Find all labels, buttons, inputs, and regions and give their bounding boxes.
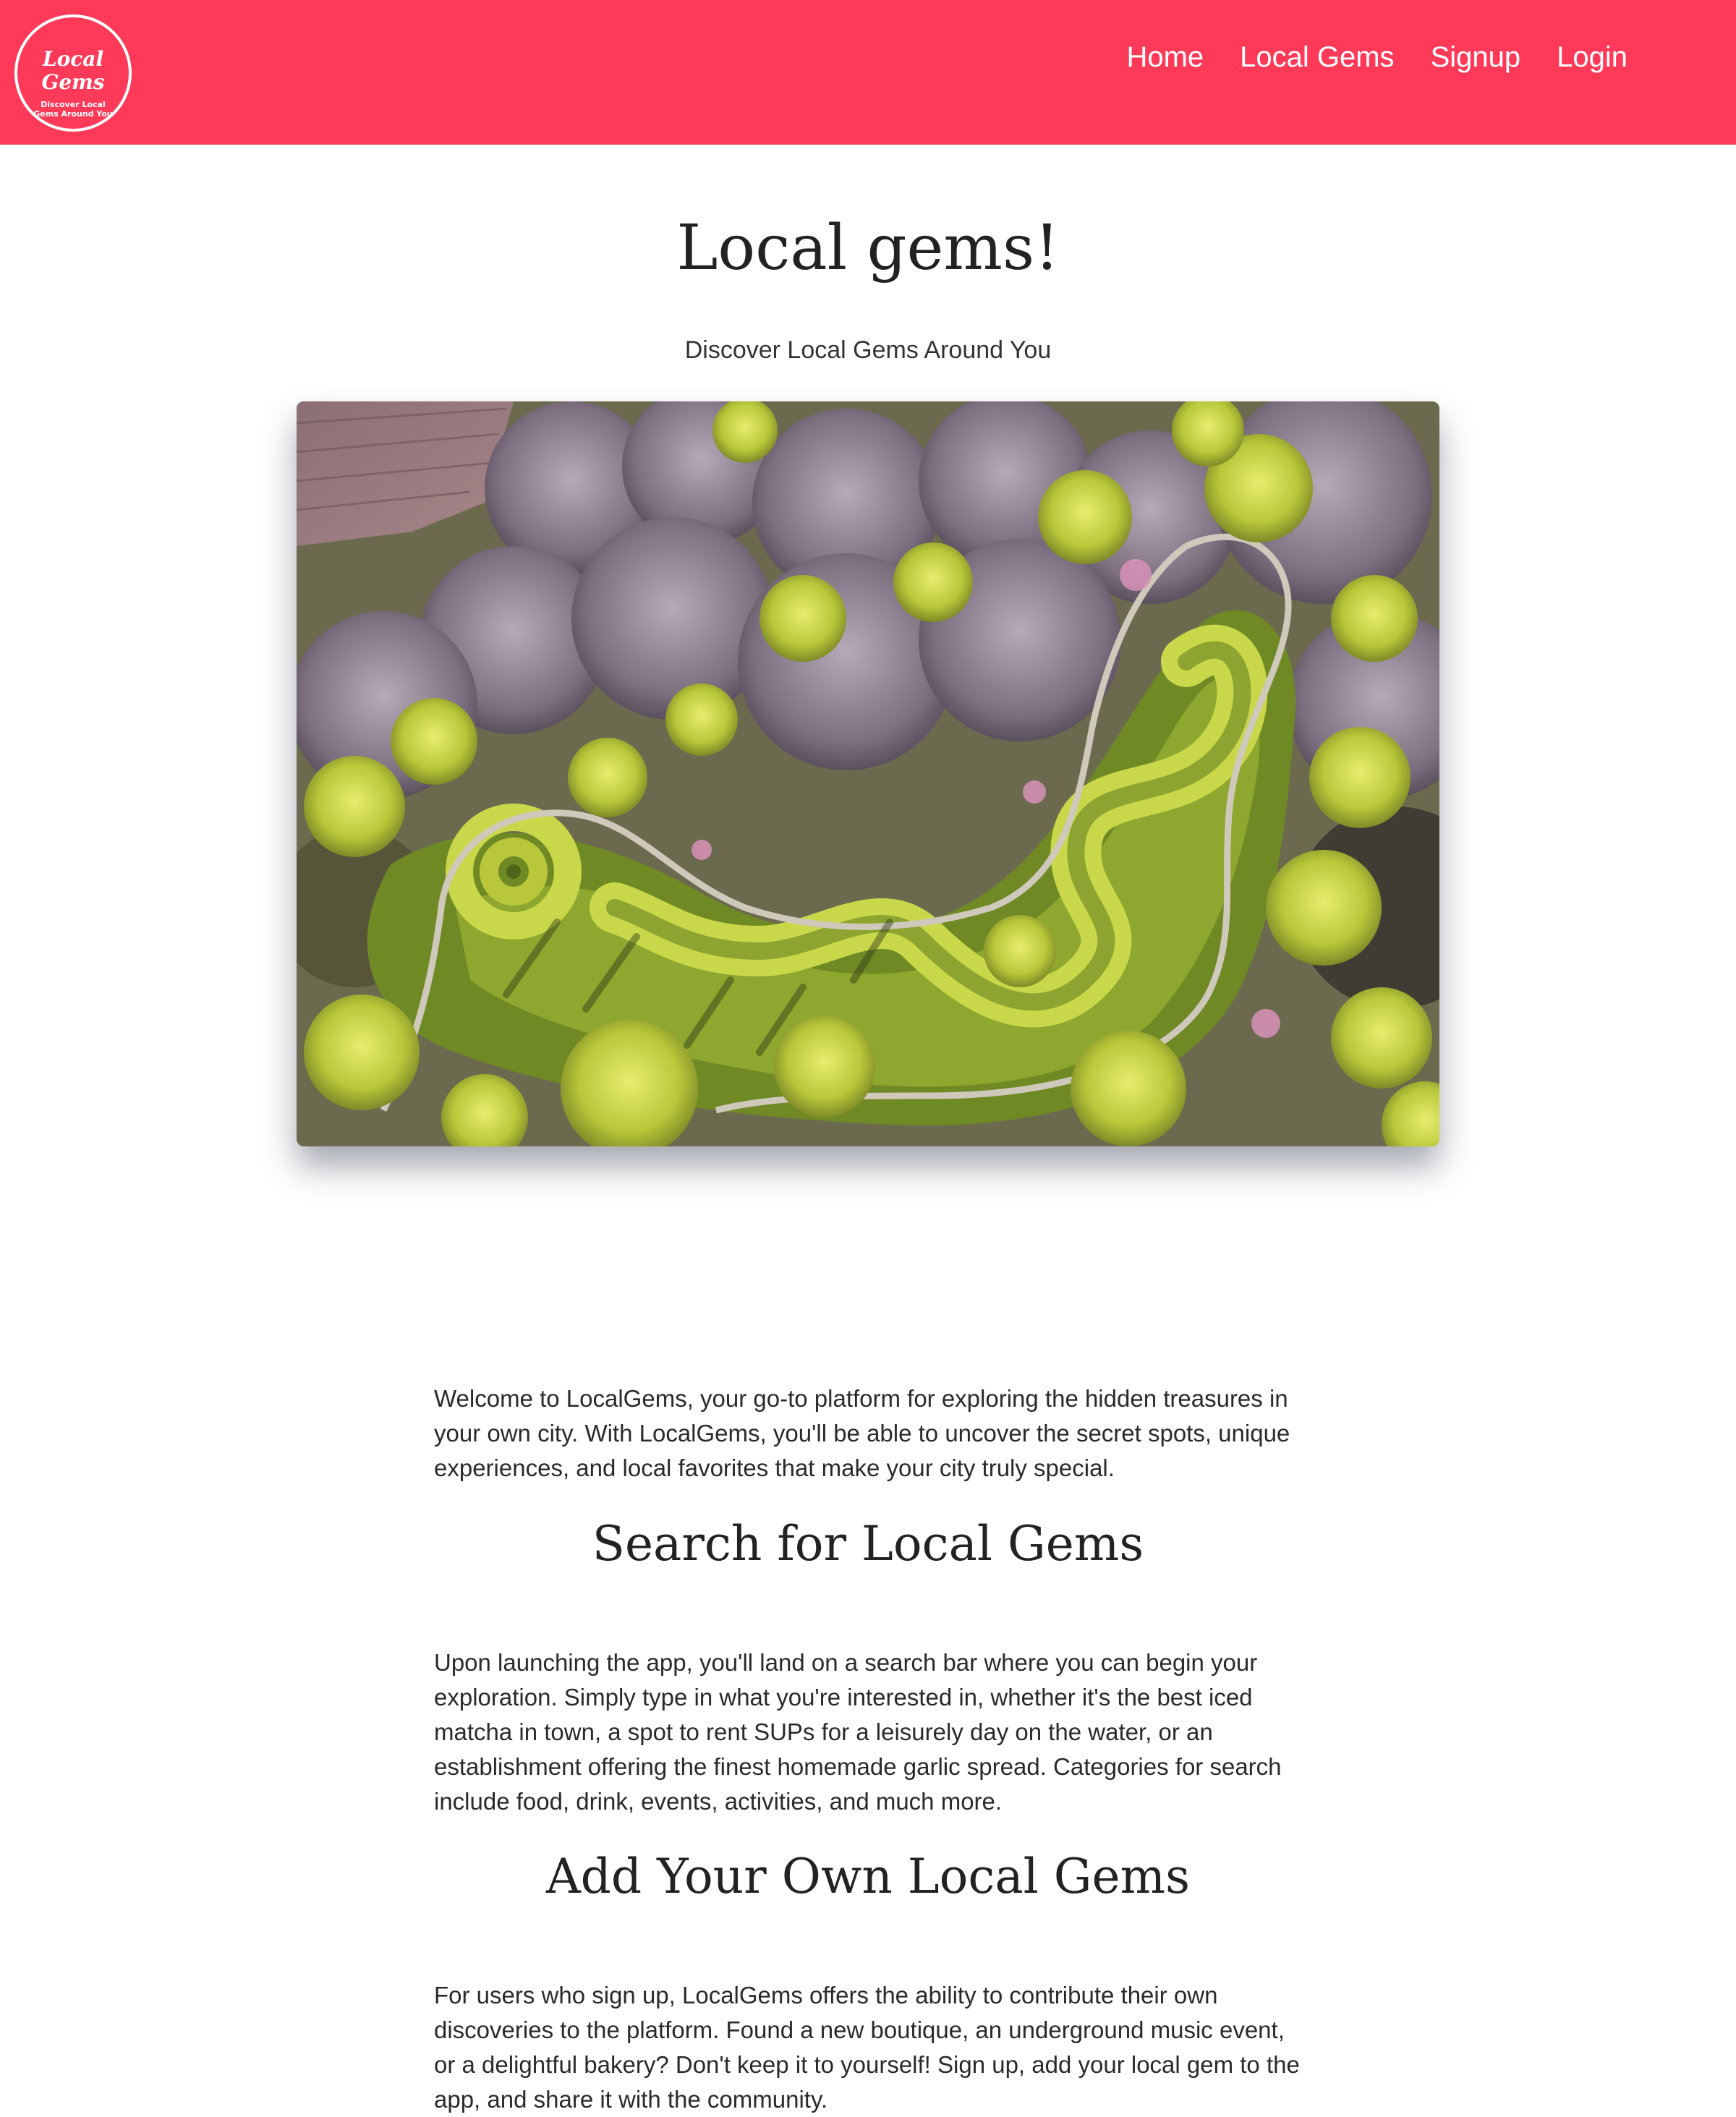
nav-local-gems-link[interactable]: Local Gems — [1240, 39, 1394, 75]
nav-signup-link[interactable]: Signup — [1431, 39, 1521, 75]
intro-paragraph: Welcome to LocalGems, your go-to platfor… — [434, 1385, 1290, 1481]
add-gems-section-heading: Add Your Own Local Gems — [545, 1849, 1191, 1904]
page-title: Local gems! — [676, 212, 1060, 284]
nav-login-link[interactable]: Login — [1557, 39, 1628, 75]
logo-tagline: Discover Local Gems Around You — [33, 100, 113, 119]
nav-links: Home Local Gems Signup Login — [1126, 39, 1628, 75]
page-subtitle: Discover Local Gems Around You — [684, 336, 1052, 364]
hero-image — [297, 401, 1439, 1146]
logo[interactable]: Local Gems Discover Local Gems Around Yo… — [14, 14, 132, 132]
add-gems-section-paragraph: For users who sign up, LocalGems offers … — [434, 1982, 1300, 2113]
nav-home-link[interactable]: Home — [1126, 39, 1204, 75]
search-section-heading: Search for Local Gems — [592, 1516, 1144, 1572]
logo-script-text: Local Gems — [41, 47, 105, 94]
search-section-paragraph: Upon launching the app, you'll land on a… — [434, 1649, 1282, 1815]
navbar: Local Gems Discover Local Gems Around Yo… — [0, 0, 1736, 145]
